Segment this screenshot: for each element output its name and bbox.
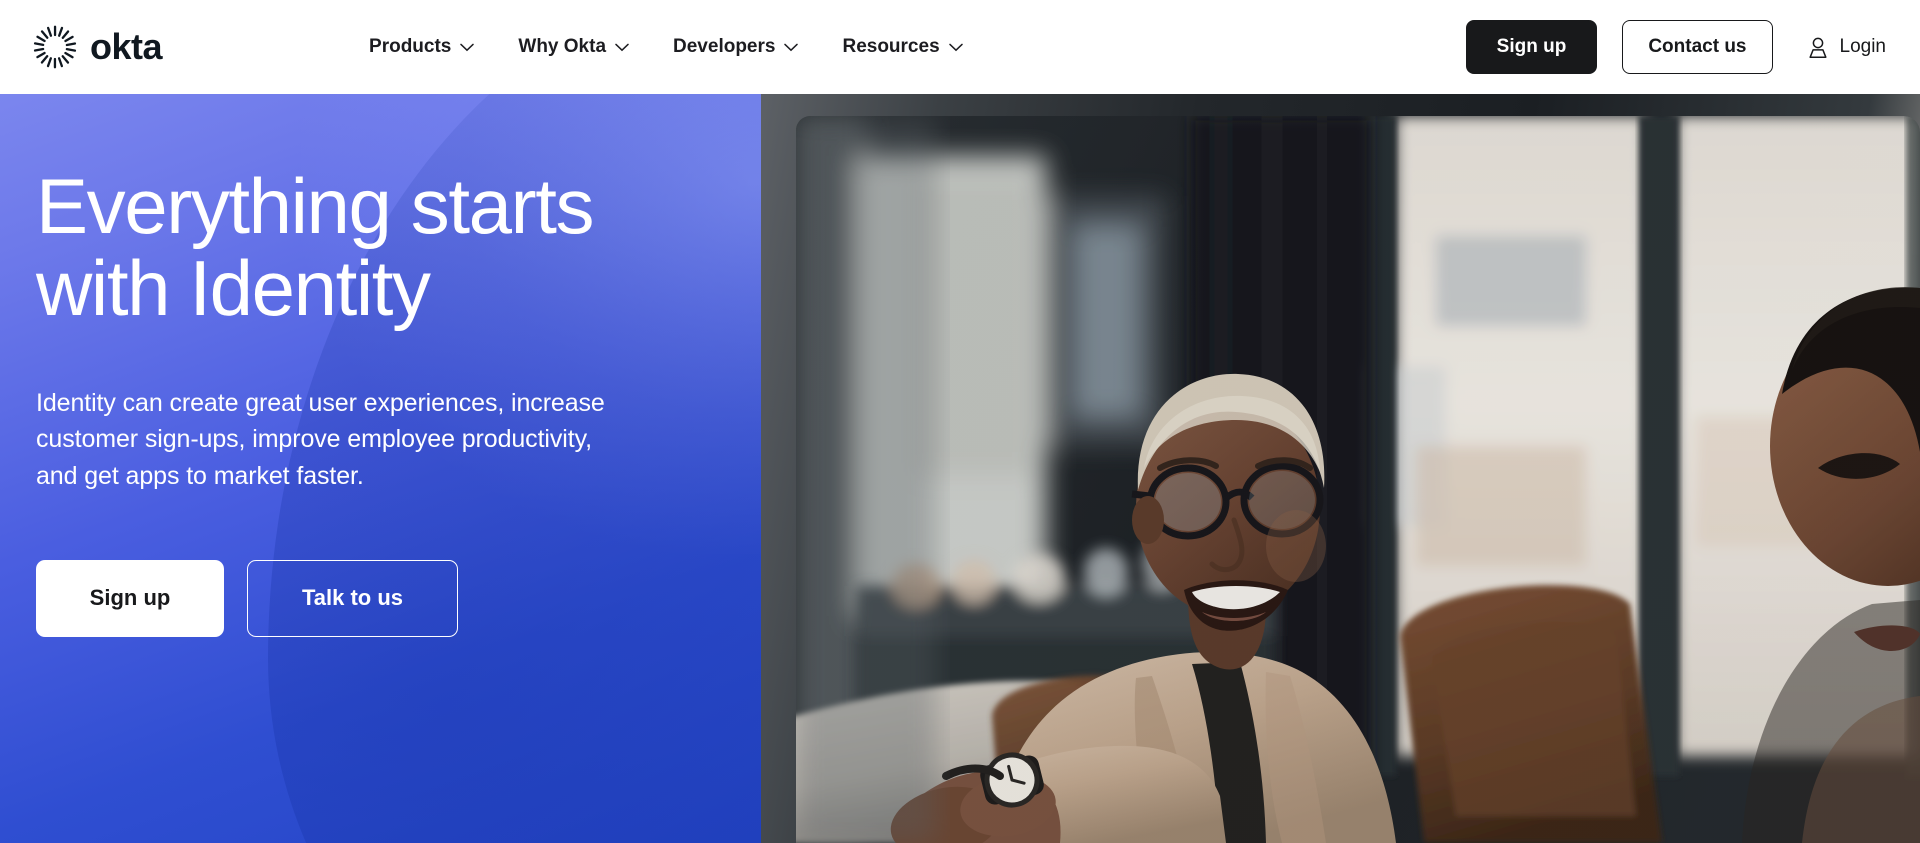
- chevron-down-icon: [615, 43, 629, 52]
- nav-item-resources-label: Resources: [842, 36, 940, 57]
- header-actions: Sign up Contact us Login: [1465, 20, 1887, 74]
- site-header: okta Products Why Okta Developers Resour…: [0, 0, 1920, 94]
- hero-photo: [796, 116, 1920, 843]
- nav-item-why-okta-label: Why Okta: [518, 36, 607, 57]
- nav-item-products-label: Products: [369, 36, 452, 57]
- hero-photo-panel: [761, 94, 1920, 843]
- chevron-down-icon: [948, 43, 963, 52]
- nav-item-resources[interactable]: Resources: [842, 36, 963, 58]
- header-sign-up-button[interactable]: Sign up: [1465, 20, 1598, 74]
- hero-section: Everything starts with Identity Identity…: [0, 94, 1920, 843]
- nav-item-products[interactable]: Products: [369, 36, 475, 58]
- okta-logo[interactable]: okta: [33, 25, 163, 69]
- chevron-down-icon: [784, 43, 799, 52]
- nav-item-developers[interactable]: Developers: [673, 36, 799, 58]
- user-icon: [1807, 36, 1829, 59]
- hero-subtitle: Identity can create great user experienc…: [36, 389, 605, 490]
- hero-talk-to-us-button[interactable]: Talk to us: [247, 559, 458, 637]
- okta-homepage-hero: okta Products Why Okta Developers Resour…: [0, 0, 1920, 843]
- hero-title: Everything starts with Identity: [36, 165, 696, 332]
- hero-title-line-2: with Identity: [36, 243, 431, 332]
- okta-sunburst-icon: [33, 25, 77, 69]
- nav-item-why-okta[interactable]: Why Okta: [518, 36, 629, 58]
- hero-sign-up-button[interactable]: Sign up: [36, 559, 224, 637]
- primary-navigation: Products Why Okta Developers Resources: [369, 36, 963, 58]
- chevron-down-icon: [460, 43, 475, 52]
- login-label: Login: [1839, 36, 1887, 57]
- hero-cta-group: Sign up Talk to us: [36, 559, 721, 637]
- login-link[interactable]: Login: [1807, 36, 1887, 59]
- okta-wordmark: okta: [90, 26, 163, 67]
- contact-us-button[interactable]: Contact us: [1622, 20, 1773, 74]
- hero-title-line-1: Everything starts: [36, 162, 594, 250]
- nav-item-developers-label: Developers: [673, 36, 776, 57]
- hero-copy: Everything starts with Identity Identity…: [0, 94, 761, 843]
